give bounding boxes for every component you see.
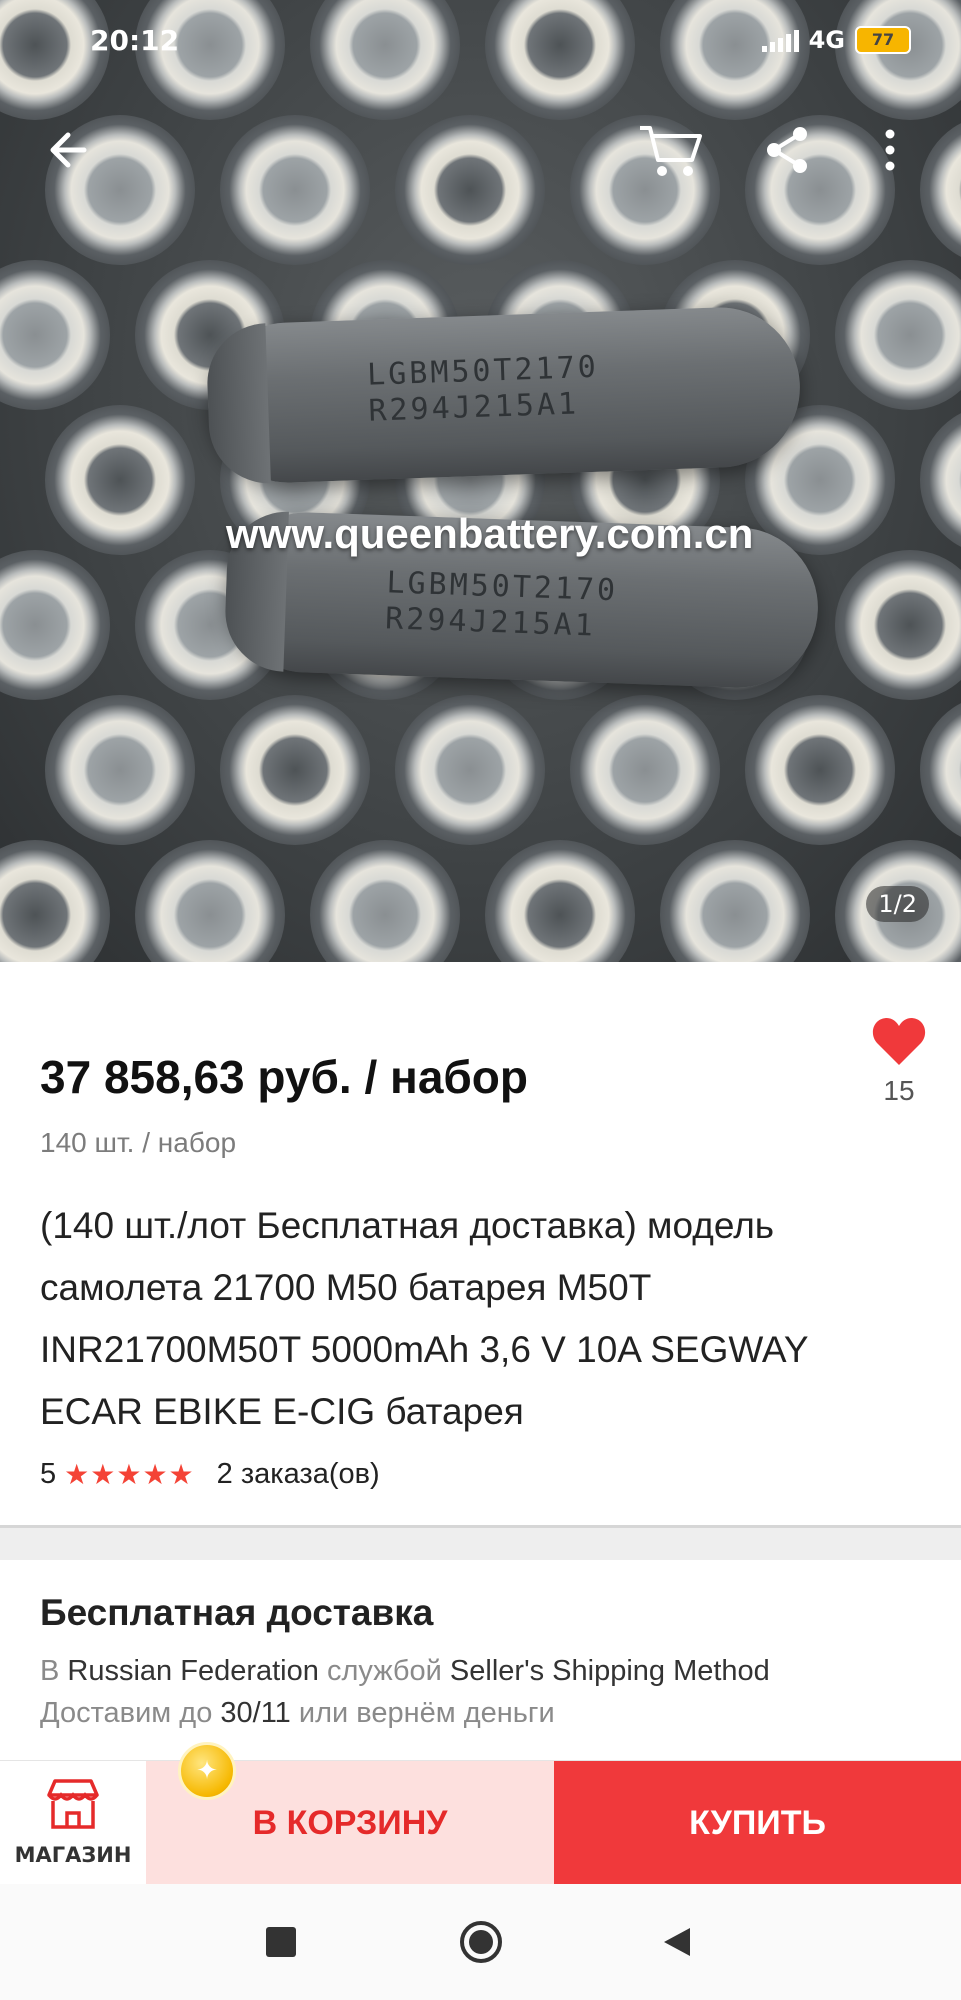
- buy-now-button[interactable]: КУПИТЬ: [554, 1761, 961, 1885]
- battery-cell-end: [660, 840, 810, 962]
- product-price: 37 858,63 руб. / набор: [40, 1051, 529, 1103]
- shipping-method: Seller's Shipping Method: [449, 1655, 770, 1687]
- battery-cell-end: [0, 260, 110, 410]
- battery-cell-end: [835, 260, 961, 410]
- action-bar: МАГАЗИН В КОРЗИНУ КУПИТЬ: [0, 1760, 961, 1885]
- shipping-guarantee-line: Доставим до 30/11 или вернём деньги: [40, 1697, 555, 1729]
- back-button[interactable]: [40, 120, 100, 180]
- system-nav-bar: [0, 1884, 961, 2000]
- store-icon: [47, 1779, 99, 1829]
- rating-row[interactable]: 5 ★★★★★ 2 заказа(ов): [40, 1458, 380, 1491]
- cart-button[interactable]: [636, 120, 706, 180]
- battery-cell-end: [570, 695, 720, 845]
- battery-top: LGBM50T2170 R294J215A1: [205, 304, 803, 486]
- heart-icon: [872, 1018, 926, 1065]
- shipping-country: Russian Federation: [67, 1655, 319, 1687]
- back-arrow-icon: [50, 132, 87, 168]
- shipping-title[interactable]: Бесплатная доставка: [40, 1592, 433, 1634]
- share-button[interactable]: [758, 120, 818, 180]
- battery-cell-end: [45, 405, 195, 555]
- store-label: МАГАЗИН: [14, 1843, 132, 1867]
- share-icon: [767, 127, 807, 173]
- battery-print-line2: R294J215A1: [367, 386, 580, 429]
- rating-value: 5: [40, 1458, 57, 1490]
- nav-square-icon[interactable]: [266, 1927, 296, 1957]
- unit-info: 140 шт. / набор: [40, 1127, 237, 1158]
- battery-cell-end: [45, 695, 195, 845]
- shipping-method-line: В Russian Federation службой Seller's Sh…: [40, 1655, 770, 1687]
- battery-cell-end: [135, 840, 285, 962]
- coin-icon[interactable]: ✦: [178, 1742, 236, 1800]
- product-image[interactable]: LGBM50T2170 R294J215A1 LGBM50T2170 R294J…: [0, 0, 961, 962]
- battery-cell-end: [220, 695, 370, 845]
- status-time: 20:12: [90, 24, 180, 57]
- orders-count: 2 заказа(ов): [216, 1458, 380, 1490]
- battery-cell-end: [835, 550, 961, 700]
- store-button[interactable]: МАГАЗИН: [0, 1761, 146, 1885]
- more-icon: [885, 129, 895, 171]
- favorite-count: 15: [883, 1075, 915, 1106]
- battery-cell-end: [920, 115, 961, 265]
- battery-cell-end: [485, 840, 635, 962]
- battery-cell-end: [920, 695, 961, 845]
- image-counter: 1/2: [866, 886, 929, 922]
- rating-stars: ★★★★★: [64, 1459, 195, 1490]
- battery-cell-end: [0, 840, 110, 962]
- section-divider: [0, 1525, 961, 1560]
- battery-cell-end: [310, 840, 460, 962]
- signal-icon: [761, 28, 799, 52]
- more-button[interactable]: [870, 120, 910, 180]
- battery-cell-end: [0, 550, 110, 700]
- battery-print-line2: R294J215A1: [384, 601, 597, 644]
- battery-cell-end: [920, 405, 961, 555]
- battery-cell-end: [395, 695, 545, 845]
- battery-cell-end: [395, 115, 545, 265]
- cart-icon: [640, 126, 702, 176]
- nav-back-icon[interactable]: [662, 1926, 692, 1958]
- battery-cell-end: [220, 115, 370, 265]
- battery-cell-end: [745, 695, 895, 845]
- favorite-button[interactable]: 15: [866, 1015, 932, 1107]
- network-type: 4G: [808, 26, 845, 54]
- image-watermark: www.queenbattery.com.cn: [226, 510, 754, 557]
- battery-status-icon: 77: [855, 26, 911, 54]
- nav-circle-icon[interactable]: [458, 1919, 504, 1965]
- product-title: (140 шт./лот Бесплатная доставка) модель…: [40, 1205, 808, 1432]
- status-bar: 20:12 4G 77: [0, 0, 961, 80]
- delivery-date: 30/11: [220, 1697, 291, 1729]
